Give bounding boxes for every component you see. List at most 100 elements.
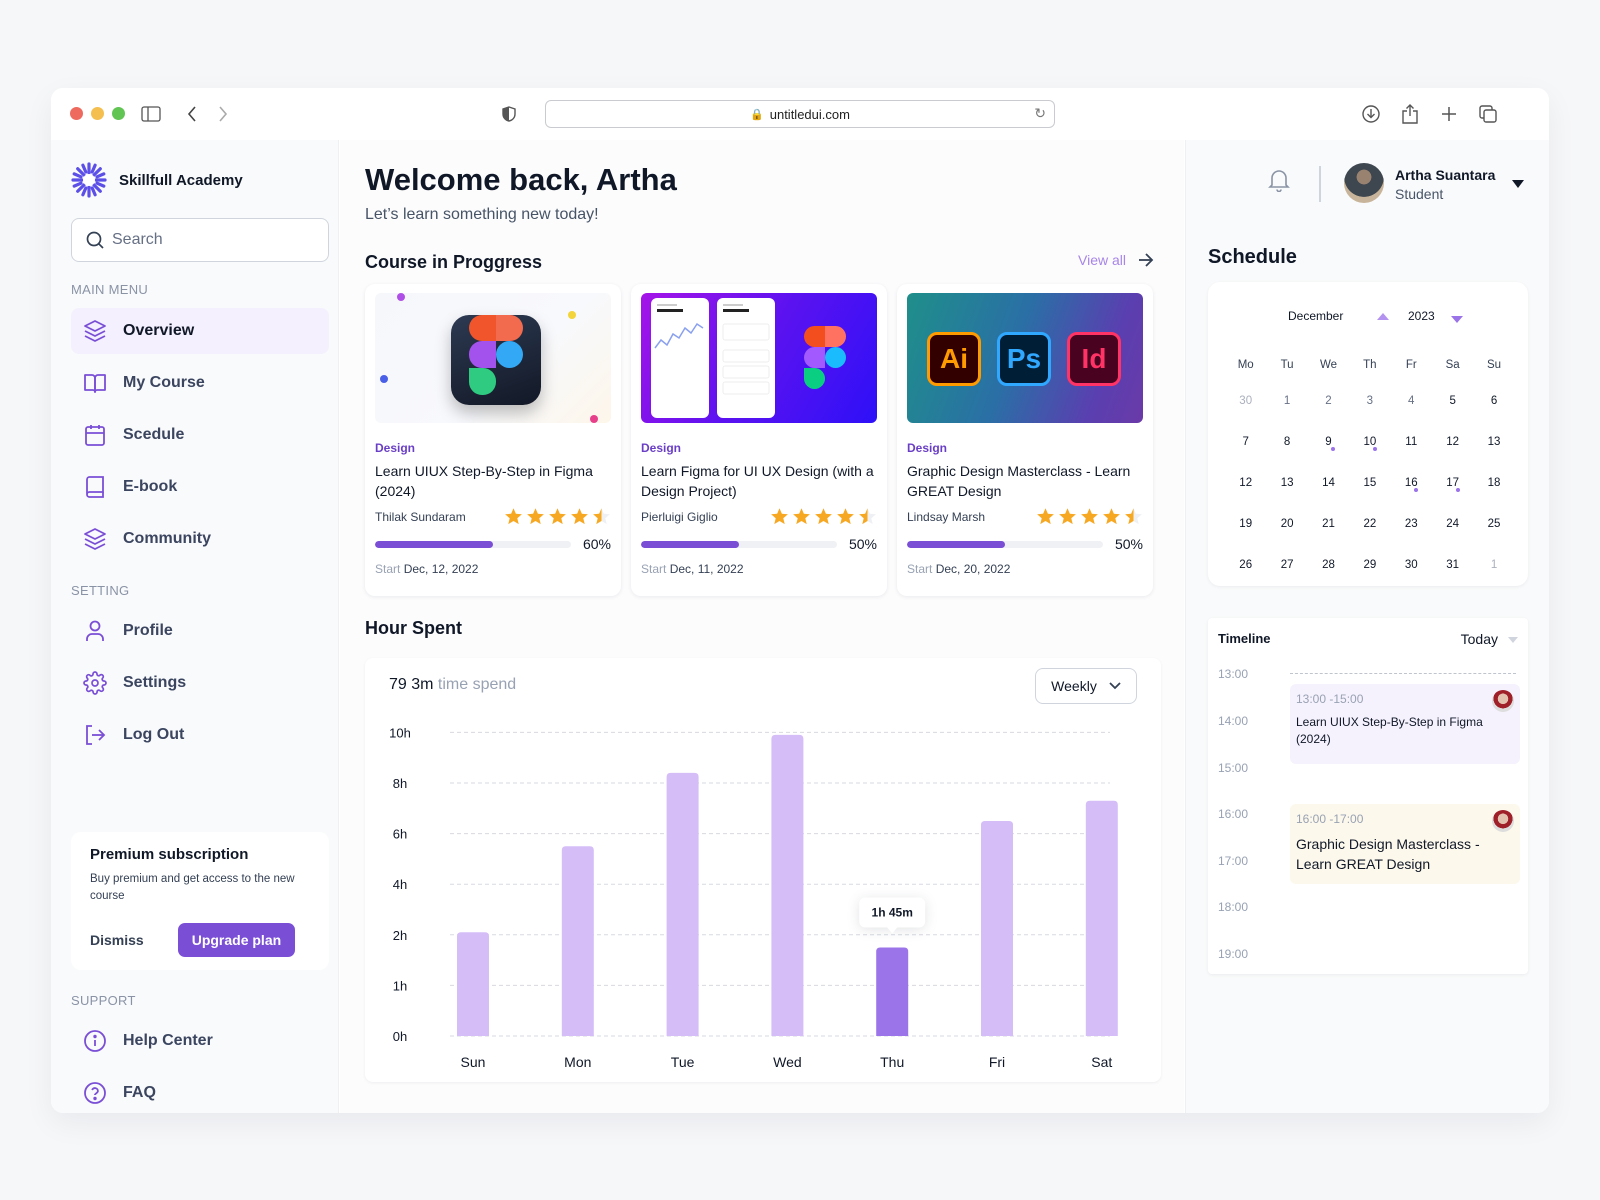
calendar-day[interactable]: 31: [1432, 559, 1473, 571]
calendar-day-number: 5: [1449, 394, 1456, 407]
notification-bell-icon[interactable]: [1268, 168, 1290, 197]
tabs-overview-icon[interactable]: [1476, 102, 1500, 126]
sidebar-item-ebook[interactable]: E-book: [71, 464, 329, 510]
calendar-day[interactable]: 1: [1266, 395, 1307, 407]
bar-sat[interactable]: [1085, 800, 1118, 1036]
view-all-link[interactable]: View all: [1078, 252, 1154, 268]
event-avatar: [1492, 690, 1514, 712]
calendar-day[interactable]: 20: [1266, 518, 1307, 530]
maximize-window-button[interactable]: [112, 107, 125, 120]
chevron-down-icon[interactable]: [1508, 637, 1518, 643]
download-icon[interactable]: [1359, 102, 1383, 126]
calendar-day[interactable]: 19: [1225, 518, 1266, 530]
search-input[interactable]: [112, 231, 312, 249]
search-box[interactable]: [71, 218, 329, 262]
course-card[interactable]: Ai Ps Id Design Graphic Design Mastercla…: [897, 284, 1153, 596]
star-icon: [571, 508, 588, 525]
calendar-day[interactable]: 10: [1349, 436, 1390, 451]
calendar-day[interactable]: 25: [1473, 518, 1514, 530]
calendar-day[interactable]: 12: [1432, 436, 1473, 448]
calendar-day[interactable]: 13: [1473, 436, 1514, 448]
calendar-day[interactable]: 26: [1225, 559, 1266, 571]
bar-tue[interactable]: [666, 772, 699, 1036]
calendar-day[interactable]: 30: [1391, 559, 1432, 571]
x-tick-label: Mon: [564, 1054, 591, 1070]
calendar: December 2023 Mo Tu We Th Fr Sa Su 30 1 2 3 4 5 6 7 8 9 1…: [1208, 282, 1528, 586]
calendar-month[interactable]: December: [1288, 309, 1343, 323]
calendar-day[interactable]: 16: [1391, 477, 1432, 492]
sidebar-item-label: Help Center: [123, 1032, 213, 1049]
upgrade-plan-button[interactable]: Upgrade plan: [177, 923, 296, 957]
photoshop-logo-icon: Ps: [997, 332, 1051, 386]
sidebar-item-schedule[interactable]: Scedule: [71, 412, 329, 458]
calendar-day[interactable]: 23: [1391, 518, 1432, 530]
sidebar-toggle-icon[interactable]: [139, 102, 163, 126]
calendar-day[interactable]: 27: [1266, 559, 1307, 571]
calendar-day[interactable]: 1: [1473, 559, 1514, 571]
next-year-icon[interactable]: [1451, 316, 1463, 323]
user-avatar[interactable]: [1344, 163, 1384, 203]
back-icon[interactable]: [180, 102, 204, 126]
url-text: untitledui.com: [769, 106, 850, 122]
calendar-day[interactable]: 21: [1308, 518, 1349, 530]
calendar-day[interactable]: 7: [1225, 436, 1266, 448]
sidebar-item-settings[interactable]: Settings: [71, 660, 329, 706]
sidebar-item-overview[interactable]: Overview: [71, 308, 329, 354]
bar-wed[interactable]: [771, 734, 804, 1036]
timeline-event[interactable]: 16:00 -17:00 Graphic Design Masterclass …: [1290, 804, 1520, 884]
calendar-day[interactable]: 9: [1308, 436, 1349, 451]
address-bar[interactable]: 🔒 untitledui.com ↻: [545, 100, 1055, 128]
calendar-day[interactable]: 5: [1432, 395, 1473, 407]
shield-icon[interactable]: [497, 102, 521, 126]
bar-thu[interactable]: [876, 947, 909, 1036]
reload-icon[interactable]: ↻: [1034, 105, 1046, 122]
sidebar-item-logout[interactable]: Log Out: [71, 712, 329, 758]
calendar-day[interactable]: 6: [1473, 395, 1514, 407]
calendar-day[interactable]: 18: [1473, 477, 1514, 489]
new-tab-icon[interactable]: [1437, 102, 1461, 126]
calendar-day[interactable]: 24: [1432, 518, 1473, 530]
calendar-day[interactable]: 3: [1349, 395, 1390, 407]
close-window-button[interactable]: [70, 107, 83, 120]
bar-sun[interactable]: [457, 932, 489, 1036]
course-card[interactable]: Design Learn UIUX Step-By-Step in Figma …: [365, 284, 621, 596]
calendar-weekday: Mo: [1237, 359, 1254, 371]
course-card[interactable]: Design Learn Figma for UI UX Design (wit…: [631, 284, 887, 596]
user-menu-caret-icon[interactable]: [1512, 180, 1524, 188]
calendar-day[interactable]: 30: [1225, 395, 1266, 407]
calendar-day[interactable]: 15: [1349, 477, 1390, 489]
start-label: Start: [375, 562, 401, 576]
share-icon[interactable]: [1398, 102, 1422, 126]
bar-mon[interactable]: [561, 846, 594, 1036]
brand[interactable]: Skillfull Academy: [71, 162, 243, 198]
dismiss-button[interactable]: Dismiss: [90, 932, 144, 948]
calendar-grid: Mo Tu We Th Fr Sa Su 30 1 2 3 4 5 6 7 8 9 10 11 12 13 12 13 14 1…: [1225, 350, 1515, 585]
sidebar-item-my-course[interactable]: My Course: [71, 360, 329, 406]
sidebar-item-profile[interactable]: Profile: [71, 608, 329, 654]
timeline-filter[interactable]: Today: [1461, 631, 1498, 647]
calendar-day[interactable]: 28: [1308, 559, 1349, 571]
timeline-event[interactable]: 13:00 -15:00 Learn UIUX Step-By-Step in …: [1290, 684, 1520, 764]
calendar-year[interactable]: 2023: [1408, 309, 1435, 323]
calendar-day[interactable]: 13: [1266, 477, 1307, 489]
sidebar-item-help-center[interactable]: Help Center: [71, 1018, 329, 1064]
calendar-day-number: 18: [1487, 476, 1501, 489]
calendar-day[interactable]: 11: [1391, 436, 1432, 448]
previous-year-icon[interactable]: [1377, 313, 1389, 320]
calendar-day-number: 2: [1325, 394, 1332, 407]
bar-fri[interactable]: [981, 820, 1013, 1036]
calendar-day[interactable]: 17: [1432, 477, 1473, 492]
calendar-day[interactable]: 14: [1308, 477, 1349, 489]
calendar-day[interactable]: 8: [1266, 436, 1307, 448]
calendar-day[interactable]: 2: [1308, 395, 1349, 407]
sidebar-item-community[interactable]: Community: [71, 516, 329, 562]
sidebar-item-label: E-book: [123, 478, 178, 495]
calendar-day[interactable]: 29: [1349, 559, 1390, 571]
calendar-day[interactable]: 12: [1225, 477, 1266, 489]
sidebar-item-faq[interactable]: FAQ: [71, 1070, 329, 1113]
info-icon: [84, 1030, 106, 1052]
calendar-day[interactable]: 22: [1349, 518, 1390, 530]
minimize-window-button[interactable]: [91, 107, 104, 120]
forward-icon[interactable]: [211, 102, 235, 126]
calendar-day[interactable]: 4: [1391, 395, 1432, 407]
